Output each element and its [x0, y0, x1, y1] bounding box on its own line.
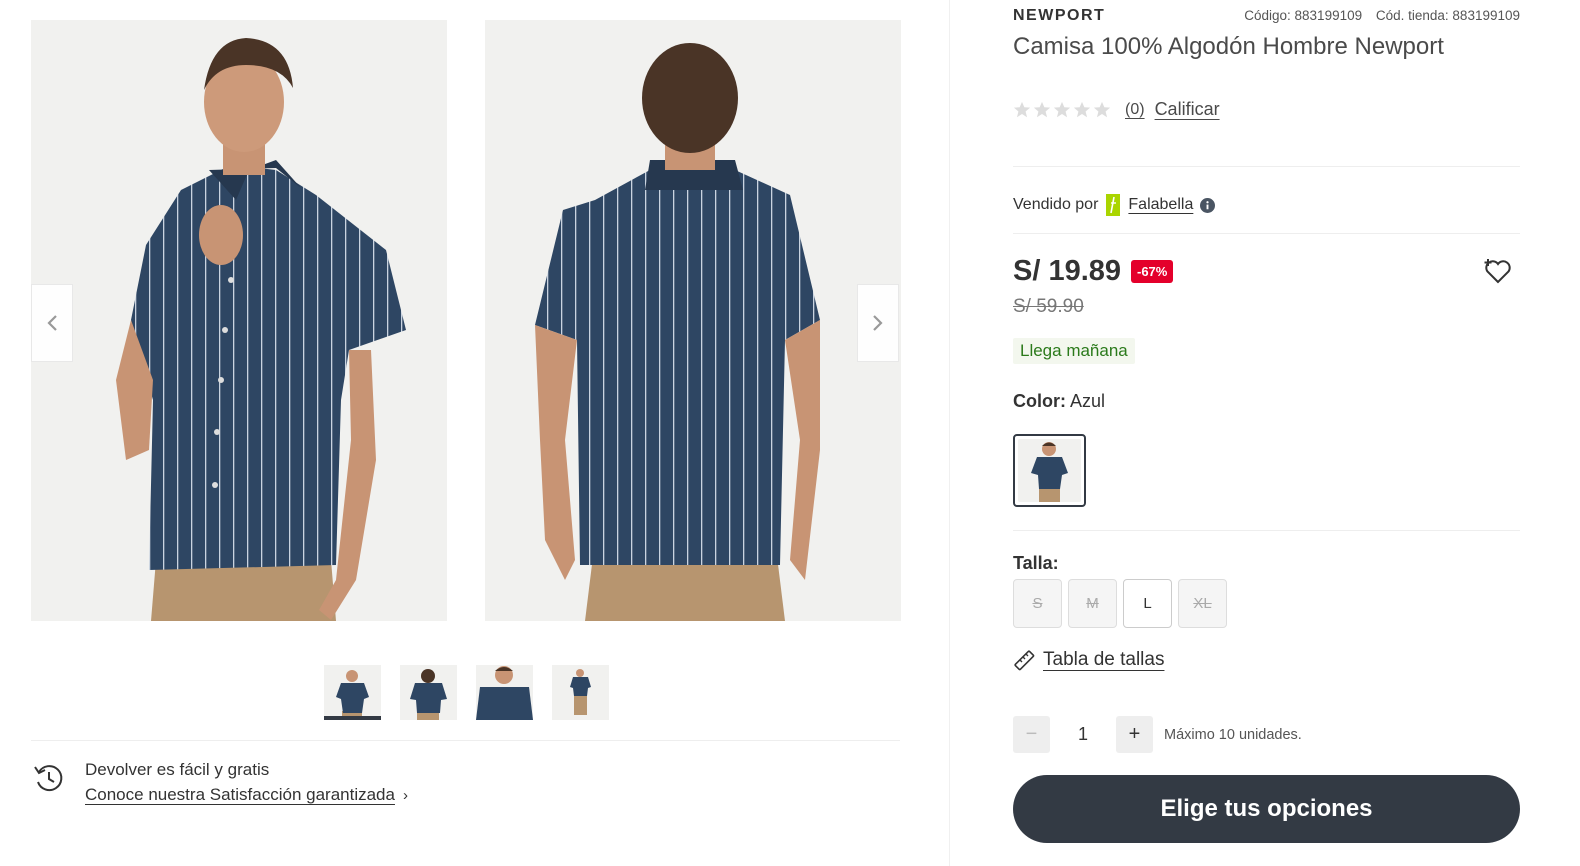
satisfaction-link[interactable]: Conoce nuestra Satisfacción garantizada: [85, 785, 395, 804]
star-icon: [1013, 101, 1031, 117]
heart-plus-icon[interactable]: [1483, 257, 1513, 285]
thumbnail-front[interactable]: [324, 665, 381, 720]
seller-label: Vendido por: [1013, 196, 1099, 213]
star-icon: [1033, 101, 1051, 117]
color-label: Color: Azul: [1013, 391, 1105, 412]
color-value: Azul: [1070, 391, 1106, 411]
discount-badge: -67%: [1131, 260, 1174, 283]
product-title: Camisa 100% Algodón Hombre Newport: [1013, 33, 1444, 60]
quantity-value[interactable]: 1: [1050, 724, 1116, 745]
product-rating: (0) Calificar: [1013, 99, 1220, 120]
column-divider: [949, 0, 950, 866]
size-options: S M L XL: [1013, 579, 1227, 628]
product-code: Código: 883199109: [1244, 8, 1363, 23]
divider: [1013, 166, 1520, 167]
rate-link[interactable]: Calificar: [1155, 99, 1220, 120]
thumbnail-back[interactable]: [400, 665, 457, 720]
size-option-l[interactable]: L: [1123, 579, 1172, 628]
star-icon: [1093, 101, 1111, 117]
falabella-logo-icon: [1106, 194, 1121, 216]
star-icon: [1073, 101, 1091, 117]
current-price: S/ 19.89: [1013, 255, 1122, 287]
size-option-s[interactable]: S: [1013, 579, 1062, 628]
original-price: S/ 59.90: [1013, 296, 1084, 317]
color-label-title: Color:: [1013, 391, 1066, 411]
size-label: Talla:: [1013, 553, 1059, 573]
delivery-badge: Llega mañana: [1013, 338, 1135, 364]
product-image-front[interactable]: [31, 20, 447, 621]
color-swatch-azul[interactable]: [1013, 434, 1086, 507]
ruler-icon: [1014, 650, 1035, 671]
decrease-quantity-button[interactable]: −: [1013, 716, 1050, 753]
rating-stars[interactable]: [1013, 101, 1111, 119]
size-guide-label[interactable]: Tabla de tallas: [1043, 649, 1164, 671]
store-code: Cód. tienda: 883199109: [1375, 8, 1520, 23]
max-units-note: Máximo 10 unidades.: [1164, 726, 1302, 743]
divider: [1013, 233, 1520, 234]
returns-info: Devolver es fácil y gratis Conoce nuestr…: [31, 757, 408, 808]
gallery-prev-button[interactable]: [31, 284, 73, 362]
product-codes: Código: 883199109 Cód. tienda: 883199109: [1244, 8, 1520, 23]
info-icon[interactable]: [1200, 197, 1216, 213]
size-option-xl[interactable]: XL: [1178, 579, 1227, 628]
gallery-next-button[interactable]: [857, 284, 899, 362]
size-option-m[interactable]: M: [1068, 579, 1117, 628]
thumbnail-strip: [324, 665, 609, 720]
product-gallery: Devolver es fácil y gratis Conoce nuestr…: [0, 0, 949, 866]
returns-title: Devolver es fácil y gratis: [85, 760, 270, 779]
rating-count[interactable]: (0): [1125, 101, 1145, 119]
thumbnail-detail[interactable]: [476, 665, 533, 720]
seller-info: Vendido por Falabella: [1013, 194, 1216, 216]
divider: [1013, 530, 1520, 531]
return-arrow-icon: [34, 765, 63, 792]
chevron-right-icon[interactable]: ›: [403, 787, 408, 804]
seller-link[interactable]: Falabella: [1128, 196, 1193, 214]
chevron-left-icon: [47, 315, 57, 331]
product-image-back[interactable]: [485, 20, 901, 621]
choose-options-button[interactable]: Elige tus opciones: [1013, 775, 1520, 843]
gallery-divider: [31, 740, 900, 741]
star-icon: [1053, 101, 1071, 117]
increase-quantity-button[interactable]: +: [1116, 716, 1153, 753]
quantity-stepper: − 1 + Máximo 10 unidades.: [1013, 716, 1302, 753]
size-guide-link[interactable]: Tabla de tallas: [1013, 649, 1164, 671]
thumbnail-full-body[interactable]: [552, 665, 609, 720]
chevron-right-icon: [873, 315, 883, 331]
brand-name[interactable]: NEWPORT: [1013, 7, 1105, 25]
